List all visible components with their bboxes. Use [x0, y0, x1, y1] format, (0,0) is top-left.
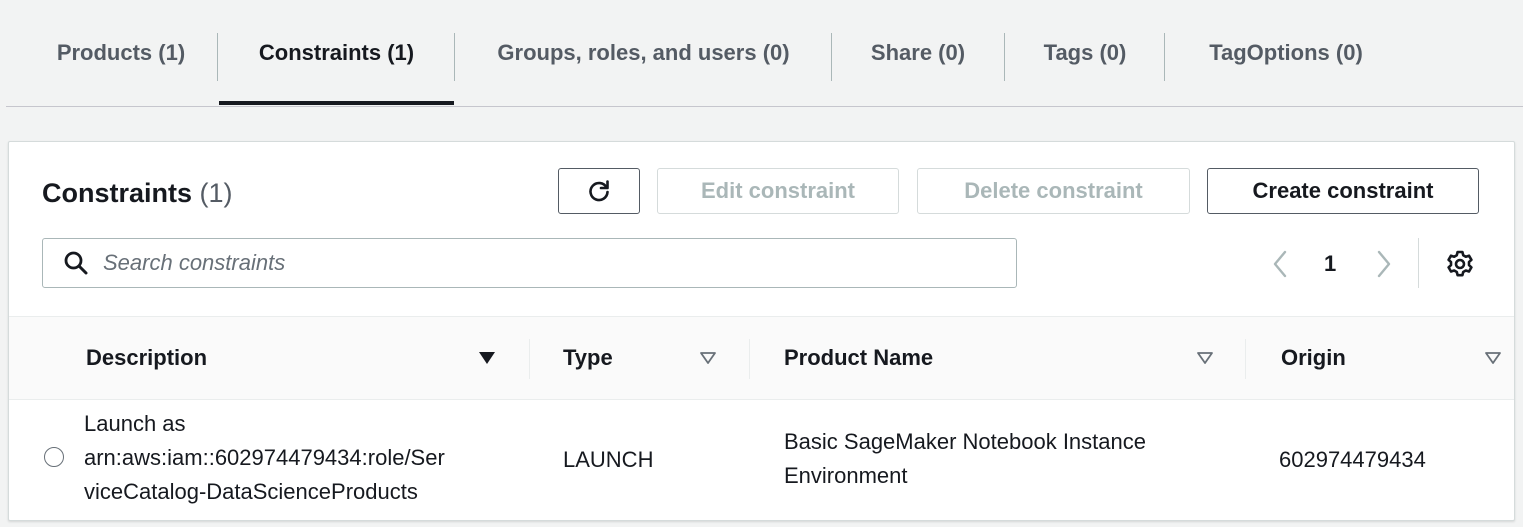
tab-share[interactable]: Share (0) [833, 0, 1003, 106]
refresh-button[interactable] [558, 168, 640, 214]
cell-product-name: Basic SageMaker Notebook Instance Enviro… [784, 425, 1224, 493]
delete-constraint-button[interactable]: Delete constraint [917, 168, 1190, 214]
search-placeholder: Search constraints [103, 250, 286, 275]
panel-title-text: Constraints [42, 178, 193, 208]
search-icon [64, 251, 88, 275]
pagination-divider [1418, 238, 1419, 288]
table-row[interactable]: Launch as arn:aws:iam::602974479434:role… [9, 399, 1514, 519]
sort-unsorted-icon[interactable] [699, 349, 717, 367]
row-select-radio[interactable] [44, 447, 64, 467]
description-line: arn:aws:iam::602974479434:role/Ser [84, 445, 445, 470]
refresh-icon [589, 180, 609, 202]
tab-tags[interactable]: Tags (0) [1006, 0, 1164, 106]
column-divider [529, 339, 530, 379]
previous-page-button[interactable] [1271, 246, 1289, 282]
page-number[interactable]: 1 [1324, 246, 1336, 282]
column-header-description[interactable]: Description [86, 317, 207, 399]
column-header-product-name[interactable]: Product Name [784, 317, 933, 399]
constraints-panel: Constraints (1) Edit constraint Delete c… [8, 141, 1515, 521]
product-name-line: Basic SageMaker Notebook Instance [784, 429, 1146, 454]
tab-divider [1164, 33, 1165, 81]
next-page-button[interactable] [1375, 246, 1393, 282]
table-header: Description Type Product Name Origin [9, 316, 1514, 400]
edit-constraint-button[interactable]: Edit constraint [657, 168, 899, 214]
panel-title: Constraints (1) [42, 178, 233, 209]
tab-groups-roles-users[interactable]: Groups, roles, and users (0) [456, 0, 831, 106]
tab-divider [831, 33, 832, 81]
sort-unsorted-icon[interactable] [1484, 349, 1502, 367]
description-line: Launch as [84, 411, 186, 436]
column-divider [749, 339, 750, 379]
create-constraint-button[interactable]: Create constraint [1207, 168, 1479, 214]
tab-divider [454, 33, 455, 81]
panel-title-count: (1) [199, 178, 233, 208]
tab-constraints[interactable]: Constraints (1) [219, 0, 454, 106]
chevron-left-icon [1273, 250, 1287, 278]
chevron-right-icon [1377, 250, 1391, 278]
cell-origin: 602974479434 [1279, 447, 1426, 472]
column-header-origin[interactable]: Origin [1281, 317, 1346, 399]
tab-divider [1004, 33, 1005, 81]
sort-descending-icon[interactable] [478, 349, 496, 367]
description-line: viceCatalog-DataScienceProducts [84, 479, 418, 504]
tab-bar: Products (1) Constraints (1) Groups, rol… [6, 0, 1523, 107]
search-input[interactable]: Search constraints [42, 238, 1017, 288]
tab-products[interactable]: Products (1) [26, 0, 216, 106]
column-divider [1245, 339, 1246, 379]
cell-description: Launch as arn:aws:iam::602974479434:role… [84, 407, 504, 509]
gear-icon[interactable] [1445, 249, 1475, 279]
tab-tagoptions[interactable]: TagOptions (0) [1166, 0, 1406, 106]
column-header-type[interactable]: Type [563, 317, 613, 399]
tab-divider [217, 33, 218, 81]
sort-unsorted-icon[interactable] [1196, 349, 1214, 367]
active-tab-indicator [219, 101, 454, 105]
cell-type: LAUNCH [563, 447, 654, 472]
product-name-line: Environment [784, 463, 908, 488]
